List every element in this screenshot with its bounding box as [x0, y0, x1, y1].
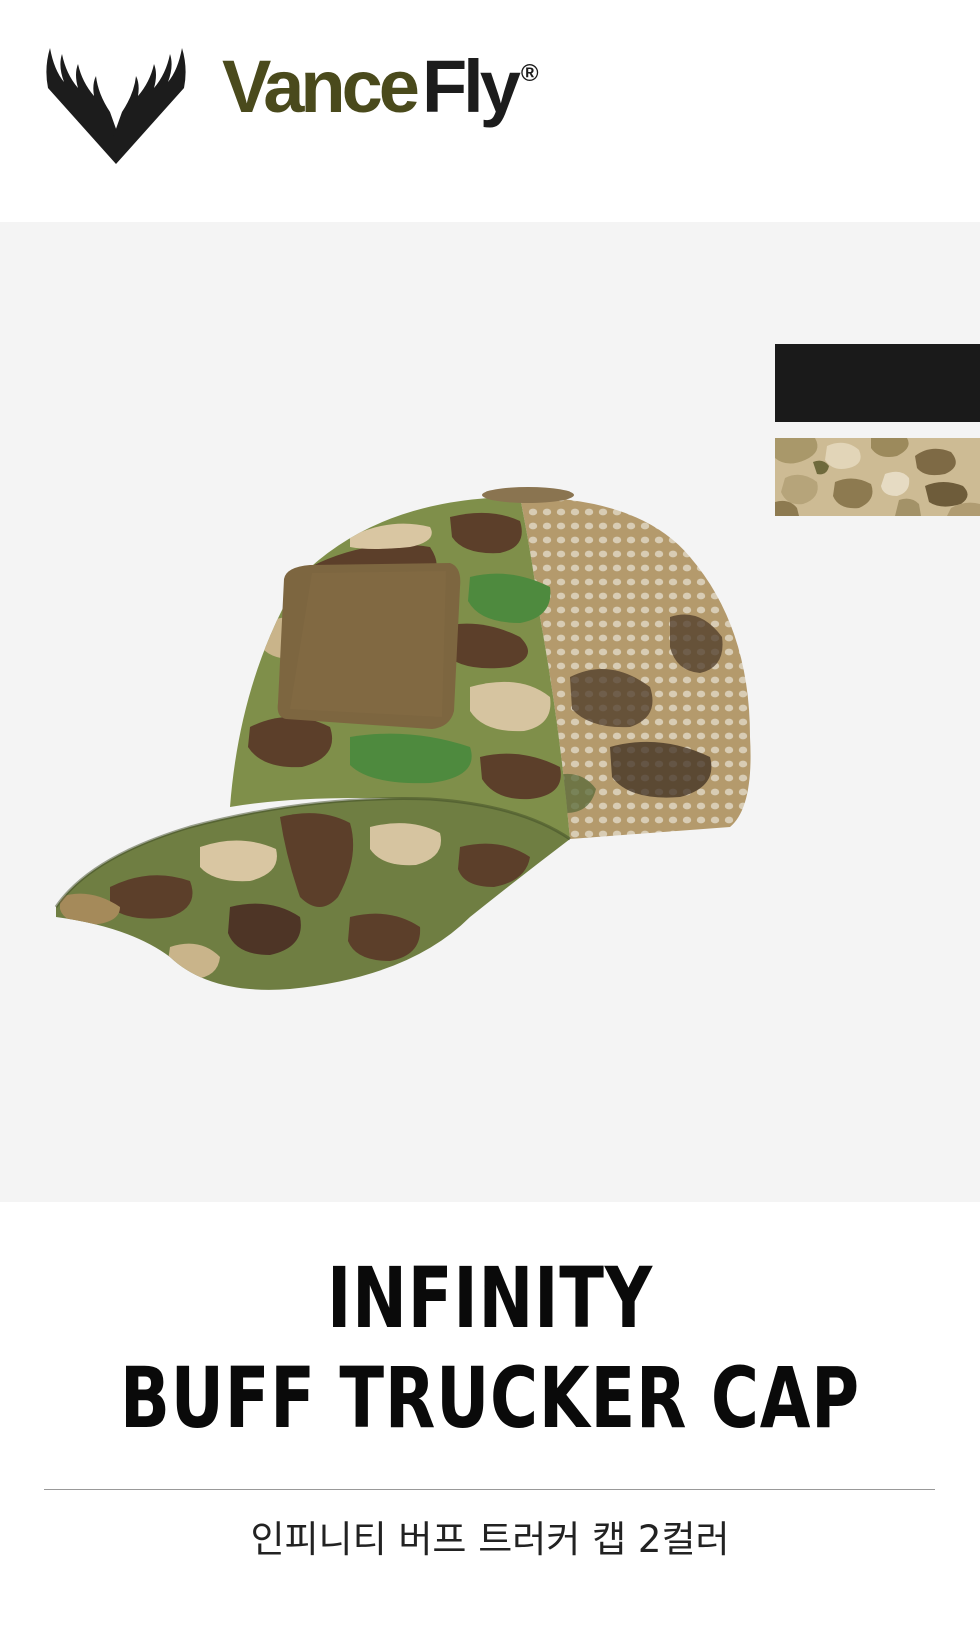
divider	[44, 1489, 935, 1490]
camo-trucker-cap-image	[54, 487, 751, 990]
brand-logo-text: Vance Fly ®	[222, 50, 539, 124]
product-title-line2: BUFF TRUCKER CAP	[119, 1349, 860, 1447]
product-subtitle: 인피니티 버프 트러커 캡 2컬러	[250, 1518, 730, 1561]
product-title: INFINITY BUFF TRUCKER CAP	[108, 1248, 872, 1448]
brand-name-part1: Vance	[222, 45, 420, 128]
registered-mark: ®	[520, 60, 539, 87]
brand-name-part2: Fly	[421, 45, 521, 128]
color-swatch-black[interactable]	[775, 344, 980, 422]
product-title-line1: INFINITY	[327, 1249, 653, 1347]
page-header: Vance Fly ®	[0, 0, 980, 222]
wings-v-icon	[46, 48, 186, 164]
product-hero	[0, 222, 980, 1202]
